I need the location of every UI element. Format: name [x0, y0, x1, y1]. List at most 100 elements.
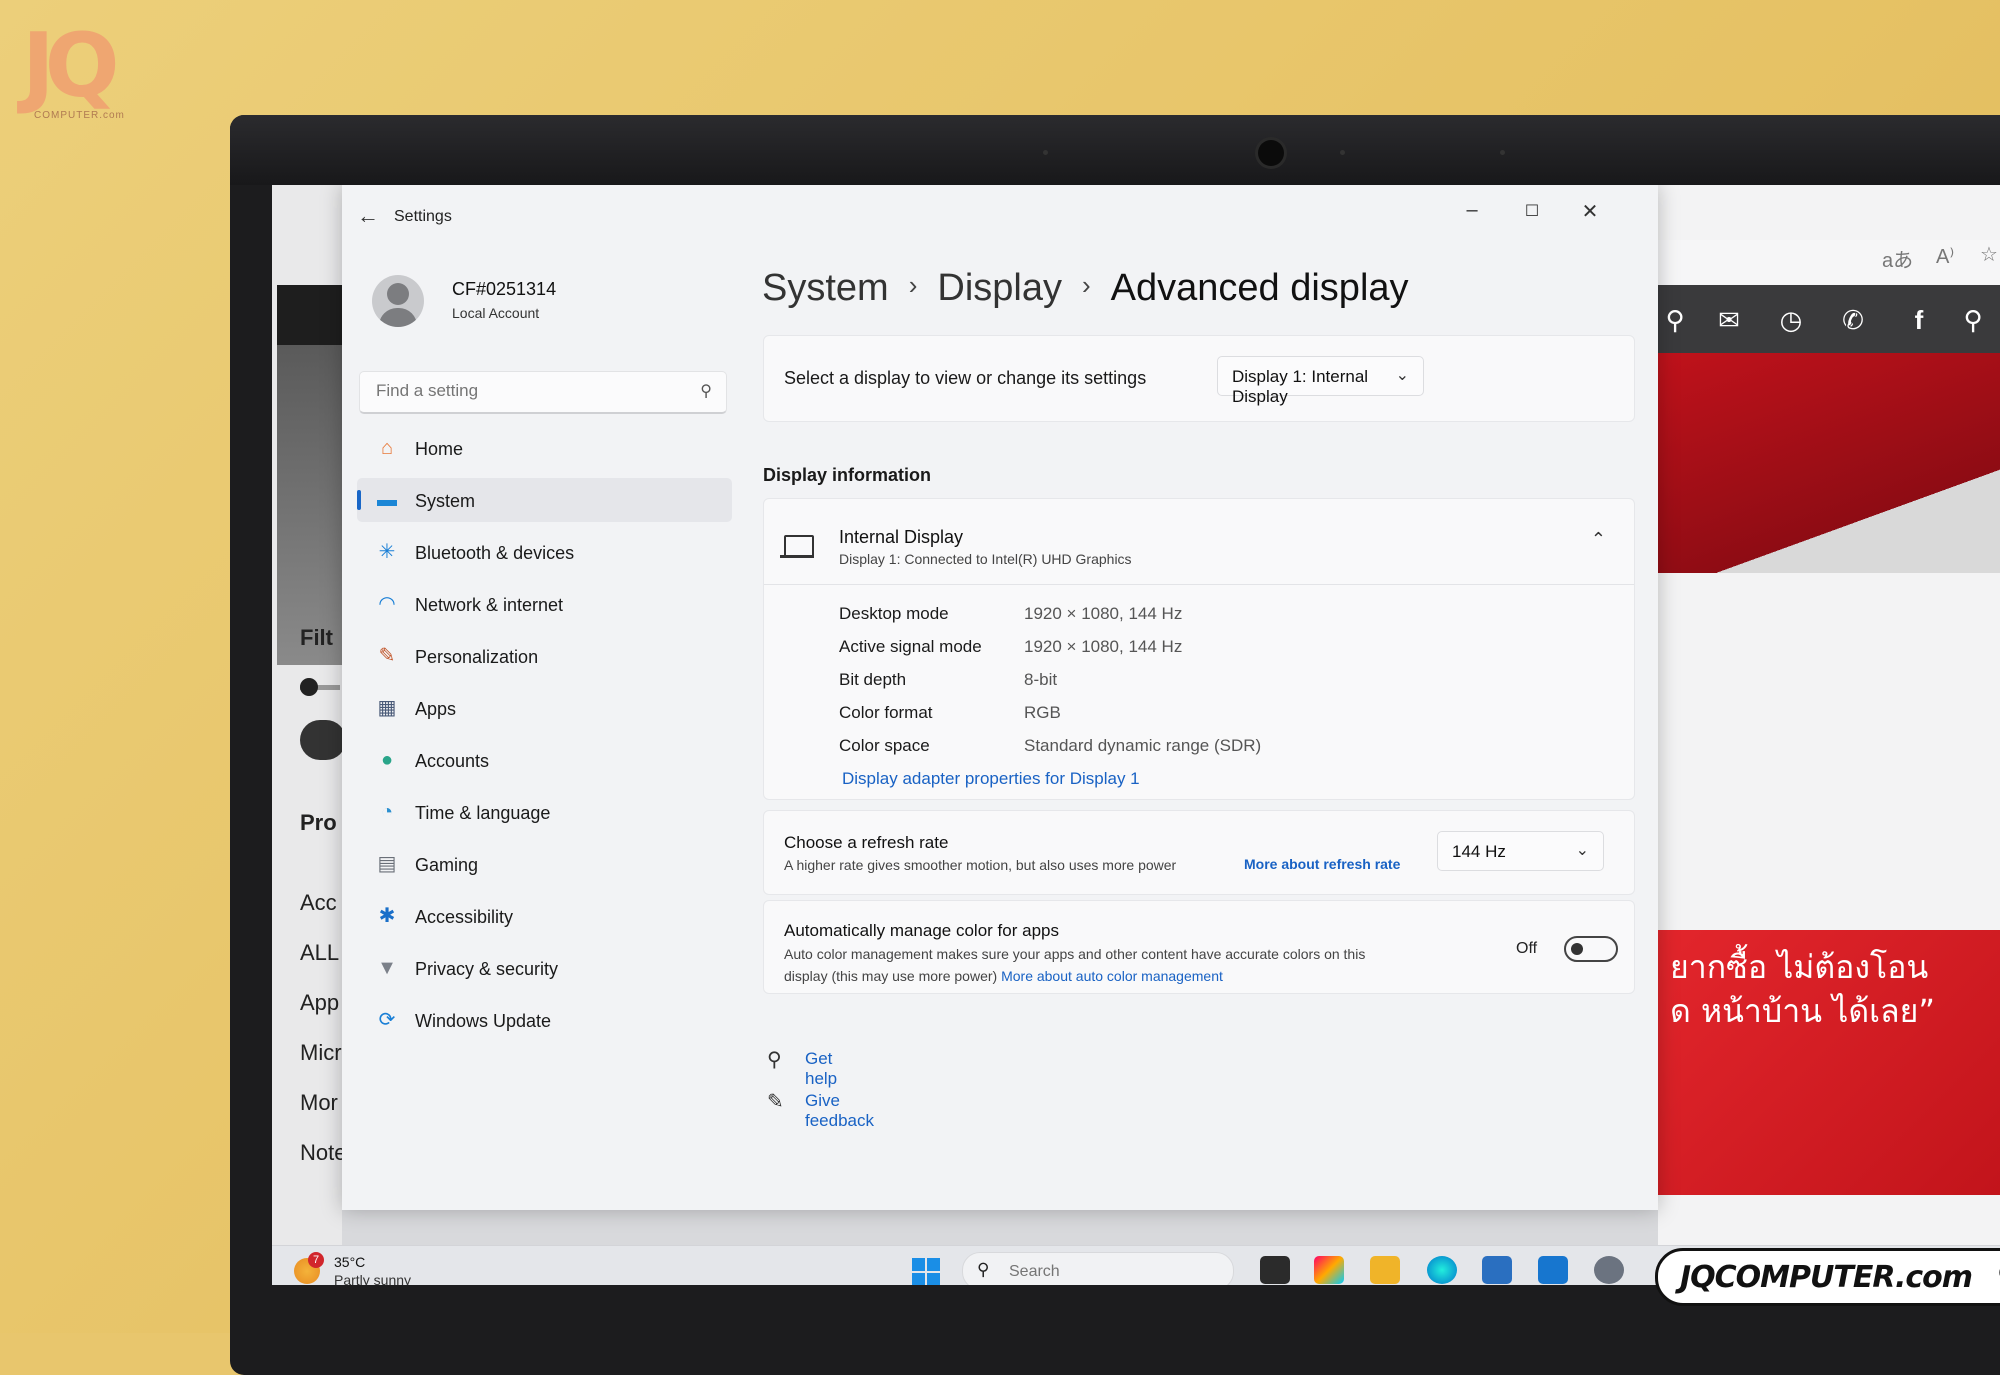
get-help-link[interactable]: Get help [805, 1049, 837, 1089]
outlook-icon[interactable] [1538, 1256, 1568, 1284]
accounts-icon: ● [380, 749, 394, 771]
sidebar-item-personalization[interactable]: ✎ Personalization [357, 634, 732, 678]
property-value: Standard dynamic range (SDR) [1024, 736, 1262, 755]
wifi-icon: ◠ [378, 593, 396, 615]
start-logo-tile [912, 1258, 925, 1271]
globe-clock-icon: ◔ [380, 801, 394, 823]
bg-hero-image [1658, 353, 2000, 573]
display-name: Internal Display [839, 527, 964, 547]
start-logo-tile [927, 1258, 940, 1271]
property-key: Color space [839, 736, 930, 755]
promo-text: ด หน้าบ้าน ได้เลย” [1670, 992, 1935, 1030]
sensor-dot [1500, 150, 1505, 155]
give-feedback-link[interactable]: Give feedback [805, 1091, 874, 1131]
back-arrow-icon[interactable]: ← [357, 203, 379, 229]
edge-icon[interactable] [1427, 1256, 1457, 1284]
bg-text: ALL [300, 940, 340, 965]
sidebar-item-accessibility[interactable]: ✱ Accessibility [357, 894, 732, 938]
sidebar-item-accounts[interactable]: ● Accounts [357, 738, 732, 782]
property-value: 8-bit [1024, 670, 1058, 689]
avatar[interactable] [372, 275, 424, 327]
sidebar-item-network-internet[interactable]: ◠ Network & internet [357, 582, 732, 626]
read-aloud-icon[interactable]: A⁾ [1936, 244, 1954, 269]
weather-temp: 35°C [334, 1254, 366, 1270]
sidebar-item-gaming[interactable]: ▤ Gaming [357, 842, 732, 886]
profile-name: CF#0251314 [452, 279, 557, 299]
start-button[interactable] [912, 1258, 940, 1285]
chevron-up-icon[interactable]: ⌃ [1591, 529, 1606, 550]
file-explorer-icon[interactable] [1370, 1256, 1400, 1284]
chevron-right-icon: › [1081, 270, 1091, 300]
background-window-left: Filt Pro Acc ALL App Micr Mor Note [272, 185, 346, 1245]
search-input[interactable] [374, 380, 678, 402]
bg-pill [300, 720, 346, 760]
maximize-button[interactable]: ☐ [1512, 201, 1552, 221]
bg-text: App [300, 990, 340, 1015]
bg-text: Note [300, 1140, 347, 1165]
breadcrumb-system[interactable]: System [762, 267, 889, 309]
help-icon: ⚲ [767, 1049, 782, 1071]
refresh-rate-description: A higher rate gives smoother motion, but… [784, 857, 1177, 873]
favorite-icon[interactable]: ☆ [1980, 242, 1998, 267]
store-icon[interactable] [1482, 1256, 1512, 1284]
property-value: 1920 × 1080, 144 Hz [1024, 604, 1183, 623]
search-icon: ⚲ [977, 1260, 990, 1279]
laptop-bezel-top [230, 115, 2000, 185]
sidebar-item-label: Time & language [415, 803, 551, 823]
sidebar-item-time-language[interactable]: ◔ Time & language [357, 790, 732, 834]
sidebar-item-label: Bluetooth & devices [415, 543, 575, 563]
refresh-rate-card: Choose a refresh rate A higher rate give… [763, 810, 1635, 895]
home-icon: ⌂ [380, 437, 394, 459]
refresh-rate-more-link[interactable]: More about refresh rate [1244, 856, 1400, 872]
bg-text: Mor [300, 1090, 338, 1115]
sidebar-item-home[interactable]: ⌂ Home [357, 426, 732, 470]
auto-color-toggle[interactable] [1564, 936, 1618, 962]
mail-icon[interactable]: ✉ [1714, 305, 1744, 336]
minimize-button[interactable]: – [1452, 199, 1492, 222]
bluetooth-icon: ✳ [378, 541, 396, 563]
sidebar-item-label: Gaming [415, 855, 479, 875]
background-banner [277, 285, 342, 665]
bg-text: Pro [300, 810, 337, 835]
system-icon: ▬ [377, 489, 397, 511]
clock-icon[interactable]: ◷ [1776, 305, 1806, 336]
sidebar-item-system[interactable]: ▬ System [357, 478, 732, 522]
avatar-body [379, 308, 417, 327]
property-key: Bit depth [839, 670, 907, 689]
location-icon[interactable]: ⚲ [1660, 305, 1690, 336]
close-button[interactable]: ✕ [1570, 199, 1610, 224]
start-logo-tile [912, 1273, 925, 1285]
sidebar-item-privacy-security[interactable]: ▼ Privacy & security [357, 946, 732, 990]
copilot-icon[interactable] [1314, 1256, 1344, 1284]
facebook-icon[interactable]: f [1904, 305, 1934, 336]
search-icon[interactable]: ⚲ [1958, 305, 1988, 336]
phone-icon[interactable]: ✆ [1838, 305, 1868, 336]
breadcrumb: System › Display › Advanced display [762, 267, 1409, 310]
watermark-text: JQCOMPUTER.com [1680, 1260, 1973, 1295]
task-view-icon[interactable] [1260, 1256, 1290, 1284]
taskbar-search-input[interactable] [1007, 1262, 1171, 1282]
weather-condition: Partly sunny [334, 1272, 412, 1285]
auto-color-card: Automatically manage color for apps Auto… [763, 900, 1635, 994]
auto-color-more-link[interactable]: More about auto color management [1001, 968, 1223, 984]
accessibility-icon: ✱ [378, 905, 396, 927]
sidebar-item-apps[interactable]: ▦ Apps [357, 686, 732, 730]
taskbar-search[interactable]: ⚲ [962, 1252, 1234, 1285]
settings-gear-icon[interactable] [1594, 1256, 1624, 1284]
sidebar-nav: ⌂ Home ▬ System ✳ Bluetooth & devices ◠ Network… [357, 426, 732, 1050]
translate-icon[interactable]: aあ [1882, 244, 1913, 273]
search-icon[interactable]: ⚲ [700, 381, 712, 401]
apps-icon: ▦ [377, 697, 397, 719]
sidebar-item-bluetooth-devices[interactable]: ✳ Bluetooth & devices [357, 530, 732, 574]
breadcrumb-display[interactable]: Display [937, 267, 1062, 309]
avatar-head [387, 283, 409, 305]
bg-text: Filt [300, 625, 333, 650]
sidebar-item-windows-update[interactable]: ⟳ Windows Update [357, 998, 732, 1042]
find-setting-search[interactable]: ⚲ [359, 371, 727, 414]
adapter-properties-link[interactable]: Display adapter properties for Display 1 [842, 769, 1140, 789]
refresh-rate-dropdown[interactable]: 144 Hz ⌄ [1437, 831, 1604, 871]
sidebar-item-label: Privacy & security [415, 959, 559, 979]
property-key: Active signal mode [839, 637, 982, 656]
display-dropdown[interactable]: Display 1: Internal Display ⌄ [1217, 356, 1424, 406]
sidebar-item-label: Home [415, 439, 464, 459]
